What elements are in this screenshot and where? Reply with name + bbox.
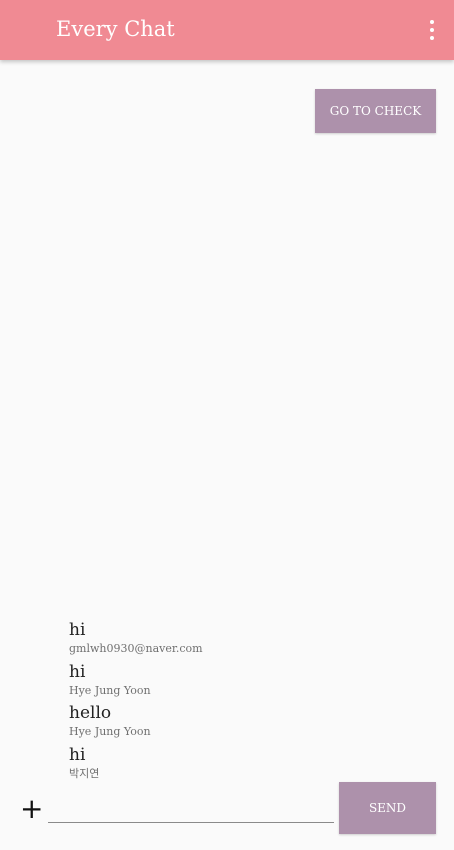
send-button[interactable]: SEND [339, 782, 436, 834]
menu-dot [430, 36, 434, 40]
message-input[interactable] [48, 798, 334, 823]
message-text: hello [69, 703, 112, 723]
message-sender: gmlwh0930@naver.com [69, 642, 203, 655]
message-item: hi 박지연 [69, 745, 429, 787]
message-text: hi [69, 744, 86, 765]
menu-dot [430, 28, 434, 32]
menu-dot [430, 20, 434, 24]
more-vert-icon[interactable] [424, 16, 440, 44]
go-to-check-button[interactable]: GO TO CHECK [315, 89, 436, 133]
message-item: hi Hye Jung Yoon [69, 662, 429, 704]
message-item: hi gmlwh0930@naver.com [69, 620, 429, 662]
message-sender: Hye Jung Yoon [69, 683, 151, 697]
plus-icon[interactable]: + [20, 795, 43, 823]
message-sender: 박지연 [69, 766, 100, 780]
app-bar: Every Chat [0, 0, 454, 60]
message-list: hi gmlwh0930@naver.com hi Hye Jung Yoon … [69, 620, 429, 786]
message-sender: Hye Jung Yoon [69, 725, 151, 738]
message-text: hi [69, 661, 86, 682]
message-item: hello Hye Jung Yoon [69, 703, 429, 745]
message-text: hi [69, 620, 86, 640]
app-title: Every Chat [56, 17, 175, 41]
